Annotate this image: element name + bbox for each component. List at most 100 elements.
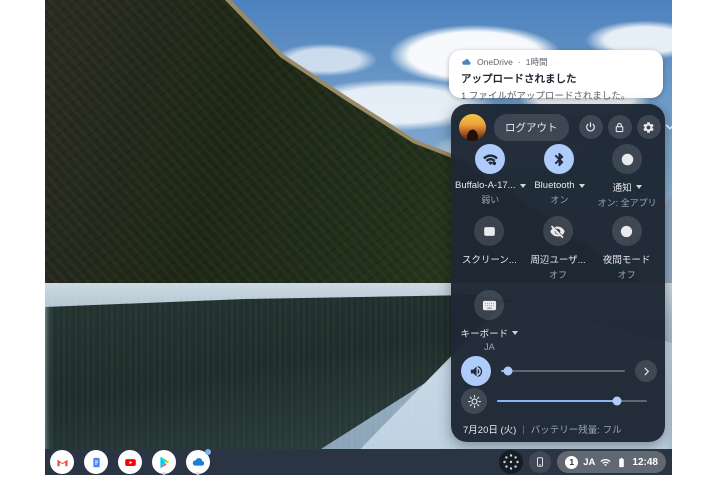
lock-button[interactable] <box>607 115 632 139</box>
clock-label: 12:48 <box>632 456 658 468</box>
dropdown-caret-icon <box>578 183 585 188</box>
eye-off-icon <box>542 216 573 246</box>
tile-keyboard-sublabel: JA <box>484 342 495 352</box>
tile-network[interactable]: Buffalo-A-17... 弱い <box>455 144 526 209</box>
speaker-icon <box>470 365 482 377</box>
tiles-row-1: Buffalo-A-17... 弱い Bluetooth オン 通知 オン: 全… <box>455 144 661 209</box>
brightness-row <box>461 388 657 414</box>
tile-nearby-visibility-sublabel: オフ <box>548 270 567 280</box>
dial-dots-icon <box>503 454 519 470</box>
play-icon-disc <box>152 450 176 474</box>
brightness-slider[interactable] <box>497 396 647 406</box>
tile-bluetooth[interactable]: Bluetooth オン <box>526 144 594 209</box>
collapse-panel-button[interactable] <box>661 118 672 136</box>
keyboard-icon <box>474 290 505 320</box>
tile-notifications[interactable]: 通知 オン: 全アプリ <box>593 144 661 209</box>
onedrive-app-icon[interactable] <box>185 449 211 475</box>
notification-app-name: OneDrive <box>477 57 513 67</box>
quick-settings-header: ログアウト <box>459 112 672 142</box>
battery-status-label: バッテリー残量: フル <box>530 425 622 436</box>
power-button[interactable] <box>578 115 603 139</box>
shelf-app-list <box>45 449 211 475</box>
screen-capture-icon <box>474 216 505 246</box>
settings-button[interactable] <box>636 115 661 139</box>
desktop: OneDrive · 1時間 アップロードされました 1 ファイルがアップロード… <box>45 0 672 475</box>
gear-icon <box>643 121 654 133</box>
tile-keyboard[interactable]: キーボード JA <box>455 290 524 352</box>
lock-icon <box>615 122 624 132</box>
tile-nearby-visibility-label: 周辺ユーザ... <box>530 255 586 266</box>
tile-nearby-visibility[interactable]: 周辺ユーザ... オフ <box>524 216 593 281</box>
notification-body: 1 ファイルがアップロードされました。 <box>461 91 631 102</box>
brightness-button[interactable] <box>461 388 487 414</box>
youtube-icon-disc <box>118 450 142 474</box>
brightness-icon <box>467 394 481 408</box>
brightness-slider-fill <box>497 400 617 402</box>
onedrive-icon <box>192 457 204 466</box>
tile-network-label: Buffalo-A-17... <box>455 180 516 191</box>
gmail-app-icon[interactable] <box>49 449 75 475</box>
tile-screen-capture-label: スクリーン... <box>461 255 517 266</box>
google-play-icon <box>159 456 169 468</box>
quick-settings-panel: ログアウト Buffalo-A-17... 弱い Bluetooth オン 通知… <box>451 104 672 442</box>
volume-mute-button[interactable] <box>461 356 491 386</box>
footer-divider: | <box>522 423 525 435</box>
status-tray[interactable]: 1 JA 12:48 <box>557 451 666 473</box>
chevron-down-icon <box>665 124 672 130</box>
tile-night-mode-sublabel: オフ <box>617 270 636 280</box>
tile-bluetooth-label: Bluetooth <box>534 180 575 191</box>
onedrive-cloud-icon <box>462 58 471 65</box>
tile-bluetooth-sublabel: オン <box>550 195 569 205</box>
tile-network-sublabel: 弱い <box>481 195 500 205</box>
dial-pad-app-icon[interactable] <box>499 450 524 474</box>
shelf-status-area: 1 JA 12:48 <box>499 450 672 474</box>
volume-row <box>461 356 657 386</box>
bluetooth-icon <box>544 144 575 174</box>
dropdown-caret-icon <box>635 185 642 189</box>
notification-header: OneDrive · 1時間 <box>461 56 651 68</box>
date-label: 7月20日 (火) <box>463 425 517 436</box>
docs-icon-disc <box>84 450 108 474</box>
power-icon <box>586 121 595 131</box>
notification-time: 1時間 <box>525 57 548 67</box>
volume-slider[interactable] <box>501 366 625 376</box>
night-mode-icon <box>611 216 642 246</box>
wifi-status-icon <box>600 458 611 466</box>
tile-night-mode[interactable]: 夜間モード オフ <box>592 216 661 281</box>
tile-notifications-label: 通知 <box>612 183 632 194</box>
notification-card[interactable]: OneDrive · 1時間 アップロードされました 1 ファイルがアップロード… <box>449 50 663 102</box>
running-indicator-dot <box>162 472 166 475</box>
logout-button[interactable]: ログアウト <box>494 113 569 141</box>
onedrive-notification-badge <box>205 449 211 455</box>
youtube-app-icon[interactable] <box>117 449 143 475</box>
tile-screen-capture[interactable]: スクリーン... <box>455 216 524 281</box>
phone-icon <box>537 457 544 467</box>
brightness-slider-thumb[interactable] <box>612 396 622 406</box>
google-play-app-icon[interactable] <box>151 449 177 475</box>
wifi-icon <box>475 144 506 174</box>
notification-title: アップロードされました <box>461 73 577 85</box>
battery-status-icon <box>619 457 625 467</box>
google-docs-icon <box>92 457 100 467</box>
tile-night-mode-label: 夜間モード <box>602 255 651 266</box>
ime-indicator: JA <box>583 456 596 468</box>
gmail-icon-disc <box>50 450 74 474</box>
user-avatar[interactable] <box>459 113 486 141</box>
tiles-row-3: キーボード JA <box>455 290 661 352</box>
tiles-row-2: スクリーン... 周辺ユーザ... オフ 夜間モード オフ <box>455 216 661 281</box>
do-not-disturb-icon <box>612 144 643 174</box>
dropdown-caret-icon <box>512 331 519 335</box>
notification-separator: · <box>517 57 521 67</box>
youtube-icon <box>124 458 136 466</box>
audio-settings-button[interactable] <box>635 360 657 382</box>
volume-slider-thumb[interactable] <box>503 366 513 376</box>
google-docs-app-icon[interactable] <box>83 449 109 475</box>
phone-hub-button[interactable] <box>529 451 552 473</box>
tile-notifications-sublabel: オン: 全アプリ <box>597 198 657 208</box>
notification-count-badge: 1 <box>565 455 579 469</box>
running-indicator-dot <box>196 472 200 475</box>
chevron-right-icon <box>644 367 649 375</box>
panel-footer: 7月20日 (火) | バッテリー残量: フル <box>463 422 655 437</box>
header-buttons <box>578 115 661 139</box>
gmail-icon <box>57 459 67 466</box>
